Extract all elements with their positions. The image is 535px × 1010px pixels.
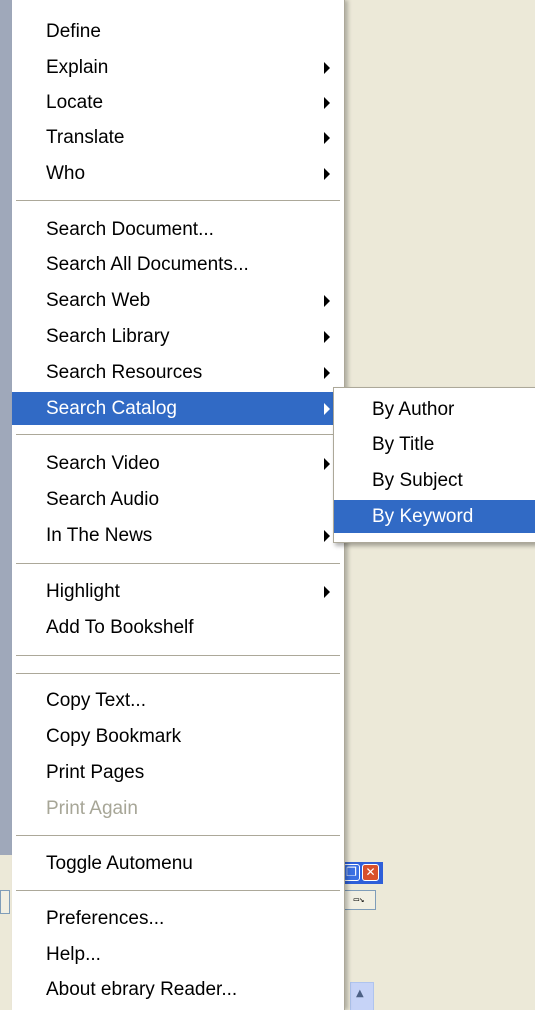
submenu-arrow-icon [324,403,330,415]
menu-item-label: Search Document... [46,219,214,240]
submenu-item-by-title[interactable]: By Title [334,428,535,461]
menu-separator [16,890,340,892]
menu-item-explain[interactable]: Explain [12,51,344,84]
menu-item-search-library[interactable]: Search Library [12,320,344,353]
submenu-item-by-author[interactable]: By Author [334,393,535,426]
menu-item-search-audio[interactable]: Search Audio [12,483,344,516]
menu-item-label: Who [46,163,86,184]
submenu-arrow-icon [324,97,330,109]
menu-item-toggle-automenu[interactable]: Toggle Automenu [12,847,344,880]
menu-item-translate[interactable]: Translate [12,121,344,154]
submenu-item-label: By Title [372,434,435,455]
menu-item-label: About ebrary Reader... [46,979,238,1000]
toolbar-dropdown-icon[interactable]: ▭↘ [342,890,376,910]
menu-item-label: Search Library [46,326,170,347]
menu-item-search-all-documents[interactable]: Search All Documents... [12,248,344,281]
menu-separator [16,434,340,436]
menu-item-define[interactable]: Define [12,15,344,48]
search-catalog-submenu: By Author By Title By Subject By Keyword [333,387,535,543]
menu-item-label: Search Resources [46,362,203,383]
menu-item-search-document[interactable]: Search Document... [12,213,344,246]
menu-item-search-web[interactable]: Search Web [12,284,344,317]
menu-separator [16,835,340,837]
submenu-item-label: By Author [372,399,455,420]
menu-item-about[interactable]: About ebrary Reader... [12,973,344,1006]
background-window-edge-dark [0,0,12,855]
scroll-up-icon[interactable]: ▲ [356,988,364,999]
menu-item-label: Search All Documents... [46,254,249,275]
submenu-item-label: By Keyword [372,506,474,527]
submenu-arrow-icon [324,168,330,180]
menu-item-label: Translate [46,127,125,148]
menu-item-label: Explain [46,57,109,78]
menu-item-label: Search Video [46,453,160,474]
menu-item-label: Copy Bookmark [46,726,182,747]
menu-item-who[interactable]: Who [12,157,344,190]
menu-item-preferences[interactable]: Preferences... [12,902,344,935]
menu-item-label: Search Catalog [46,398,177,419]
menu-item-search-catalog[interactable]: Search Catalog [12,392,344,425]
submenu-arrow-icon [324,331,330,343]
menu-item-search-video[interactable]: Search Video [12,447,344,480]
context-menu: Define Explain Locate Translate Who Sear… [12,0,345,1010]
menu-item-label: In The News [46,525,153,546]
restore-icon[interactable]: ❐ [343,864,360,881]
menu-item-highlight[interactable]: Highlight [12,575,344,608]
scrollbar[interactable]: ▲ [350,982,374,1010]
menu-item-label: Search Web [46,290,151,311]
menu-item-add-to-bookshelf[interactable]: Add To Bookshelf [12,611,344,644]
menu-item-label: Toggle Automenu [46,853,193,874]
menu-item-label: Define [46,21,101,42]
menu-item-label: Copy Text... [46,690,146,711]
menu-item-label: Locate [46,92,104,113]
menu-item-search-resources[interactable]: Search Resources [12,356,344,389]
menu-item-print-again: Print Again [12,792,344,825]
menu-item-help[interactable]: Help... [12,938,344,971]
submenu-arrow-icon [324,530,330,542]
menu-item-locate[interactable]: Locate [12,86,344,119]
menu-separator [16,563,340,565]
menu-item-copy-bookmark[interactable]: Copy Bookmark [12,720,344,753]
menu-item-label: Preferences... [46,908,165,929]
submenu-arrow-icon [324,367,330,379]
submenu-item-by-subject[interactable]: By Subject [334,464,535,497]
submenu-arrow-icon [324,295,330,307]
menu-separator [16,200,340,202]
menu-separator [16,655,340,657]
menu-item-print-pages[interactable]: Print Pages [12,756,344,789]
menu-item-copy-text[interactable]: Copy Text... [12,684,344,717]
menu-item-label: Search Audio [46,489,160,510]
menu-item-label: Add To Bookshelf [46,617,194,638]
submenu-item-by-keyword[interactable]: By Keyword [334,500,535,533]
menu-item-label: Print Pages [46,762,145,783]
submenu-arrow-icon [324,62,330,74]
submenu-arrow-icon [324,132,330,144]
background-toolbar-button[interactable] [0,890,10,914]
menu-separator [16,673,340,675]
close-icon[interactable]: ✕ [362,864,379,881]
screen: ❐ ✕ ▭↘ ▲ Define Explain Locate Translate… [0,0,535,1010]
menu-item-label: Highlight [46,581,120,602]
submenu-arrow-icon [324,458,330,470]
menu-item-label: Help... [46,944,101,965]
submenu-item-label: By Subject [372,470,463,491]
menu-item-label: Print Again [46,798,138,819]
menu-item-in-the-news[interactable]: In The News [12,519,344,552]
submenu-arrow-icon [324,586,330,598]
